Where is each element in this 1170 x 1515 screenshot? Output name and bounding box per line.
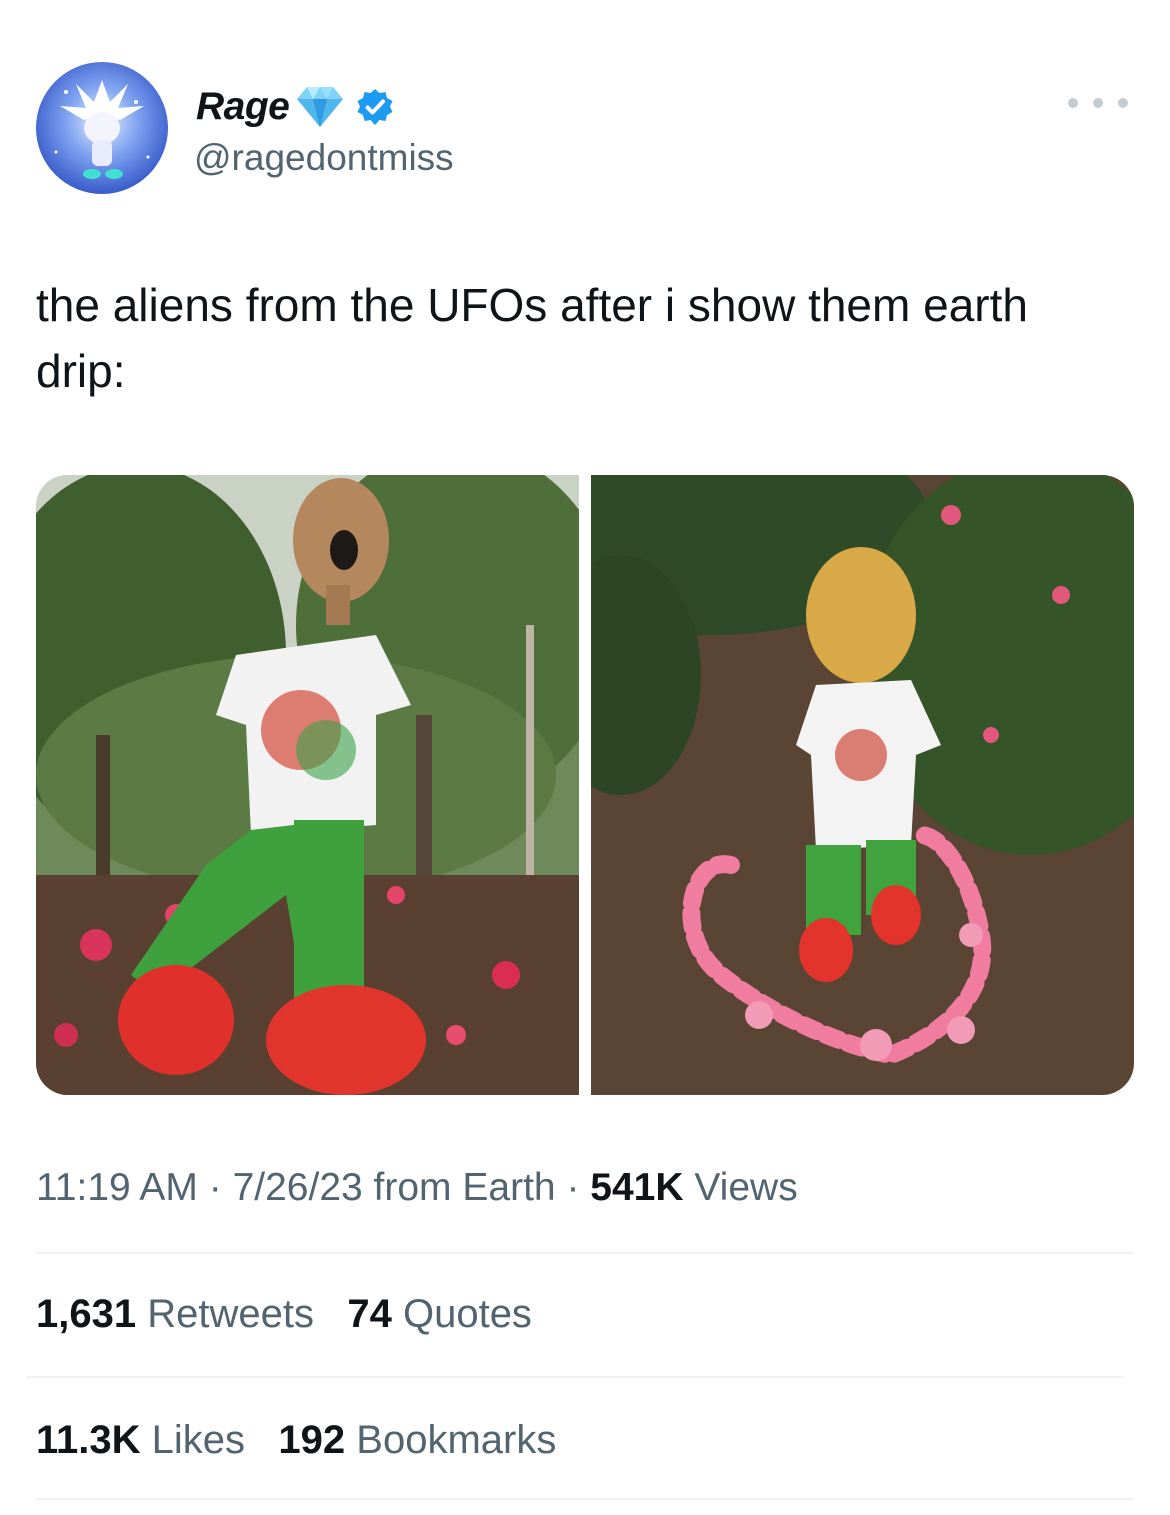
more-options-button[interactable] bbox=[1068, 88, 1128, 118]
tweet-header: Rage @ragedontmiss bbox=[36, 62, 1136, 198]
meta-separator: · bbox=[208, 1166, 222, 1209]
likes-label: Likes bbox=[151, 1418, 246, 1462]
bookmarks-count: 192 bbox=[278, 1418, 346, 1462]
alien-standing-photo bbox=[36, 475, 579, 1095]
verified-icon[interactable] bbox=[355, 87, 395, 127]
media-grid bbox=[36, 475, 1134, 1095]
views-label: Views bbox=[694, 1166, 798, 1209]
display-name[interactable]: Rage bbox=[196, 85, 290, 129]
divider bbox=[36, 1498, 1134, 1500]
divider bbox=[26, 1376, 1124, 1378]
retweets-stat[interactable]: 1,631 Retweets bbox=[36, 1292, 325, 1336]
retweets-label: Retweets bbox=[147, 1292, 314, 1336]
more-dot-icon bbox=[1118, 98, 1128, 108]
meta-separator: · bbox=[566, 1166, 580, 1209]
bookmarks-stat[interactable]: 192 Bookmarks bbox=[278, 1418, 556, 1462]
likes-count: 11.3K bbox=[36, 1418, 141, 1462]
tweet-time[interactable]: 11:19 AM bbox=[36, 1166, 198, 1209]
stats-row-likes-bookmarks: 11.3K Likes 192 Bookmarks bbox=[36, 1418, 556, 1463]
retweets-count: 1,631 bbox=[36, 1292, 137, 1336]
avatar-image bbox=[36, 62, 168, 194]
media-photo-2[interactable] bbox=[591, 475, 1134, 1095]
tweet-meta: 11:19 AM · 7/26/23 from Earth · 541K Vie… bbox=[36, 1166, 798, 1210]
media-photo-1[interactable] bbox=[36, 475, 579, 1095]
more-dot-icon bbox=[1068, 98, 1078, 108]
avatar[interactable] bbox=[36, 62, 168, 194]
views-count: 541K bbox=[590, 1166, 684, 1209]
divider bbox=[36, 1252, 1134, 1254]
quotes-count: 74 bbox=[347, 1292, 392, 1336]
alien-heart-flowers-photo bbox=[591, 475, 1134, 1095]
likes-stat[interactable]: 11.3K Likes bbox=[36, 1418, 256, 1462]
tweet-text: the aliens from the UFOs after i show th… bbox=[36, 279, 1028, 397]
quotes-label: Quotes bbox=[402, 1292, 532, 1336]
tweet-source: from Earth bbox=[373, 1166, 556, 1209]
more-dot-icon bbox=[1093, 98, 1103, 108]
bookmarks-label: Bookmarks bbox=[356, 1418, 557, 1462]
gem-icon bbox=[291, 83, 349, 131]
stats-row-retweets-quotes: 1,631 Retweets 74 Quotes bbox=[36, 1292, 532, 1337]
name-row: Rage bbox=[196, 82, 395, 132]
quotes-stat[interactable]: 74 Quotes bbox=[347, 1292, 532, 1336]
tweet-date[interactable]: 7/26/23 bbox=[233, 1166, 363, 1209]
user-handle[interactable]: @ragedontmiss bbox=[194, 137, 454, 179]
